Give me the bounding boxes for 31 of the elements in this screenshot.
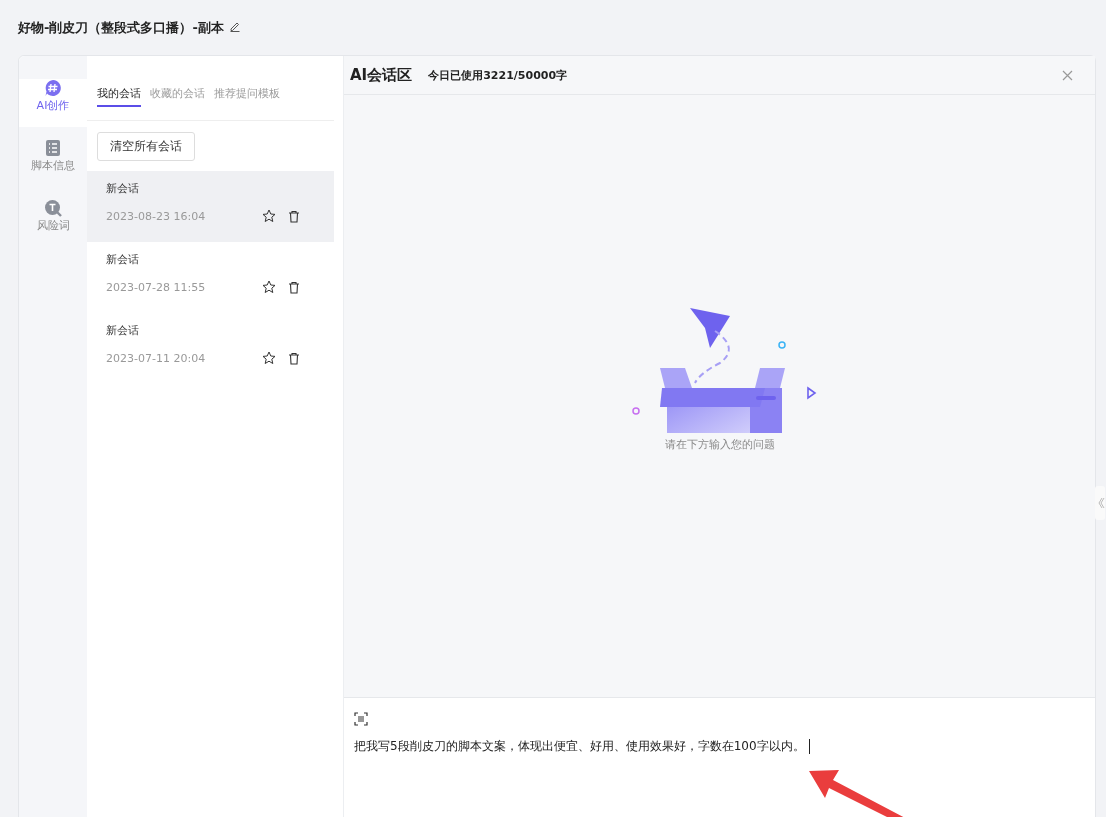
scan-icon[interactable] (354, 712, 368, 726)
session-item[interactable]: 新会话 2023-08-23 16:04 (87, 171, 334, 242)
question-input[interactable]: 把我写5段削皮刀的脚本文案，体现出便宜、好用、使用效果好，字数在100字以内。 (354, 738, 1085, 755)
trash-icon[interactable] (288, 209, 300, 223)
empty-hint: 请在下方输入您的问题 (664, 437, 775, 452)
session-name: 新会话 (106, 252, 140, 268)
session-name: 新会话 (106, 323, 140, 339)
nav-item[interactable]: AI创作 (19, 79, 87, 127)
trash-icon[interactable] (288, 351, 300, 365)
close-icon[interactable] (1062, 69, 1073, 81)
star-icon[interactable] (262, 351, 276, 365)
session-time: 2023-08-23 16:04 (106, 209, 207, 223)
collapse-handle-icon[interactable] (1095, 486, 1105, 520)
star-icon[interactable] (262, 209, 276, 223)
session-name: 新会话 (106, 181, 140, 197)
session-time: 2023-07-28 11:55 (106, 280, 207, 294)
session-item[interactable]: 新会话 2023-07-11 20:04 (87, 313, 334, 384)
clear-sessions-button[interactable]: 清空所有会话 (97, 132, 195, 161)
list-icon (45, 139, 61, 157)
hash-chat-icon (44, 79, 62, 97)
page-title: 好物-削皮刀（整段式多口播）-副本 (18, 18, 224, 37)
session-item[interactable]: 新会话 2023-07-28 11:55 (87, 242, 334, 313)
nav-item[interactable]: 脚本信息 (19, 127, 87, 187)
tab[interactable]: 我的会话 (97, 86, 141, 107)
search-text-icon (44, 199, 62, 217)
star-icon[interactable] (262, 280, 276, 294)
trash-icon[interactable] (288, 280, 300, 294)
nav-item[interactable]: 风险词 (19, 187, 87, 247)
chat-title: AI会话区 (350, 65, 413, 85)
usage-counter: 今日已使用3221/50000字 (428, 67, 568, 83)
session-time: 2023-07-11 20:04 (106, 351, 207, 365)
